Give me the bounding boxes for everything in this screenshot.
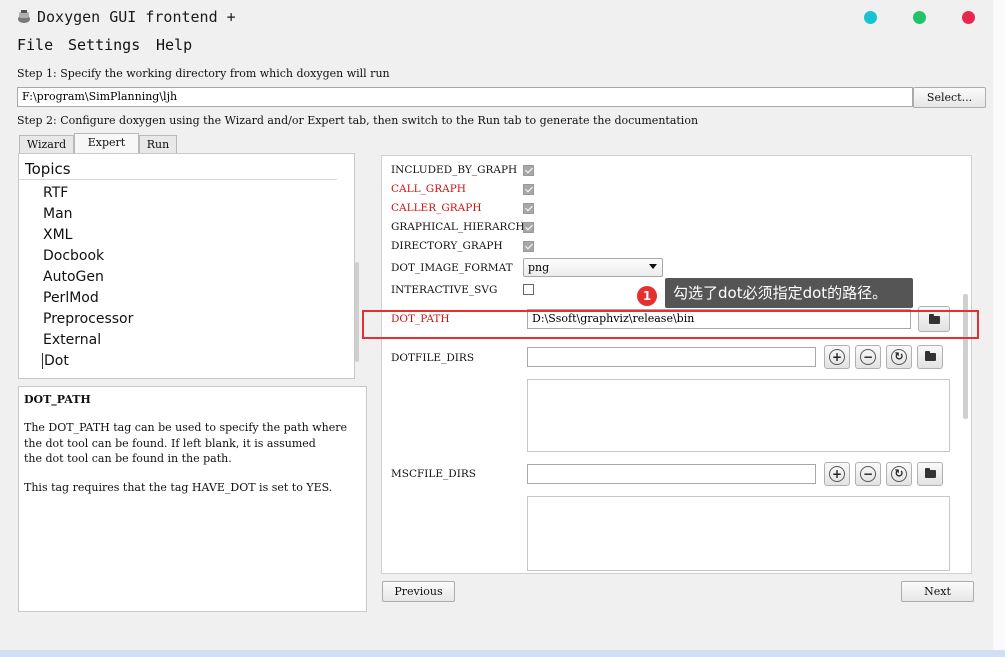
step2-label: Step 2: Configure doxygen using the Wiza… xyxy=(17,114,699,127)
annotation-highlight-box xyxy=(362,310,979,339)
included-by-graph-label: INCLUDED_BY_GRAPH xyxy=(391,164,518,176)
topic-perlmod[interactable]: PerlMod xyxy=(43,290,99,306)
mscfile-dirs-refresh-button[interactable]: ↻ xyxy=(886,462,912,486)
graphical-hierarchy-label: GRAPHICAL_HIERARCHY xyxy=(391,221,532,233)
green-dot-button[interactable] xyxy=(913,11,926,24)
desktop-edge xyxy=(0,650,1005,657)
caller-graph-label: CALLER_GRAPH xyxy=(391,202,482,214)
topic-external[interactable]: External xyxy=(43,332,101,348)
annotation-badge: 1 xyxy=(637,286,657,306)
folder-icon xyxy=(925,468,936,478)
annotation-tooltip: 勾选了dot必须指定dot的路径。 xyxy=(665,278,913,308)
mscfile-dirs-remove-button[interactable]: − xyxy=(855,462,881,486)
help-panel: DOT_PATH The DOT_PATH tag can be used to… xyxy=(18,386,367,612)
interactive-svg-label: INTERACTIVE_SVG xyxy=(391,284,498,296)
dotfile-dirs-remove-button[interactable]: − xyxy=(855,345,881,369)
menu-file[interactable]: File xyxy=(17,36,53,54)
help-line-4: This tag requires that the tag HAVE_DOT … xyxy=(24,481,333,494)
directory-graph-checkbox[interactable] xyxy=(523,241,534,252)
help-title: DOT_PATH xyxy=(24,393,91,406)
menu-help[interactable]: Help xyxy=(156,36,192,54)
topic-man[interactable]: Man xyxy=(43,206,73,222)
chevron-down-icon xyxy=(649,264,657,269)
dotfile-dirs-list[interactable] xyxy=(527,379,950,452)
topic-xml[interactable]: XML xyxy=(43,227,72,243)
plus-icon: + xyxy=(829,466,845,482)
minus-icon: − xyxy=(860,349,876,365)
dot-image-format-select[interactable]: png xyxy=(523,258,663,277)
topics-header: Topics xyxy=(19,154,337,180)
help-line-3: the dot tool can be found in the path. xyxy=(24,452,232,465)
topic-autogen[interactable]: AutoGen xyxy=(43,269,104,285)
next-button[interactable]: Next xyxy=(901,581,974,602)
dotfile-dirs-refresh-button[interactable]: ↻ xyxy=(886,345,912,369)
mscfile-dirs-list[interactable] xyxy=(527,496,950,571)
settings-panel: INCLUDED_BY_GRAPH CALL_GRAPH CALLER_GRAP… xyxy=(381,155,972,574)
call-graph-label: CALL_GRAPH xyxy=(391,183,466,195)
topic-docbook[interactable]: Docbook xyxy=(43,248,104,264)
help-line-2: the dot tool can be found. If left blank… xyxy=(24,437,316,450)
dotfile-dirs-input[interactable] xyxy=(527,347,816,367)
dot-image-format-label: DOT_IMAGE_FORMAT xyxy=(391,262,513,274)
cyan-dot-button[interactable] xyxy=(864,11,877,24)
tab-run[interactable]: Run xyxy=(139,135,177,153)
topic-dot[interactable]: Dot xyxy=(42,353,69,369)
select-button[interactable]: Select... xyxy=(913,87,986,108)
step1-label: Step 1: Specify the working directory fr… xyxy=(17,67,390,80)
minus-icon: − xyxy=(860,466,876,482)
dotfile-dirs-label: DOTFILE_DIRS xyxy=(391,352,475,364)
plus-icon: + xyxy=(829,349,845,365)
call-graph-checkbox[interactable] xyxy=(523,184,534,195)
title-bar: Doxygen GUI frontend + xyxy=(7,0,993,34)
background-window-edge xyxy=(993,0,1005,657)
mscfile-dirs-browse-button[interactable] xyxy=(917,462,943,486)
interactive-svg-checkbox[interactable] xyxy=(523,284,534,295)
menu-settings[interactable]: Settings xyxy=(68,36,140,54)
directory-graph-label: DIRECTORY_GRAPH xyxy=(391,240,503,252)
dotfile-dirs-add-button[interactable]: + xyxy=(824,345,850,369)
included-by-graph-checkbox[interactable] xyxy=(523,165,534,176)
folder-icon xyxy=(925,351,936,361)
graphical-hierarchy-checkbox[interactable] xyxy=(523,222,534,233)
refresh-icon: ↻ xyxy=(891,466,907,482)
help-line-1: The DOT_PATH tag can be used to specify … xyxy=(24,421,347,434)
dot-image-format-value: png xyxy=(528,261,550,274)
previous-button[interactable]: Previous xyxy=(382,581,455,602)
topic-preprocessor[interactable]: Preprocessor xyxy=(43,311,133,327)
working-directory-input[interactable]: F:\program\SimPlanning\ljh xyxy=(17,87,913,107)
topics-scrollbar[interactable] xyxy=(355,262,359,362)
topic-rtf[interactable]: RTF xyxy=(43,185,68,201)
mscfile-dirs-label: MSCFILE_DIRS xyxy=(391,468,476,480)
mscfile-dirs-add-button[interactable]: + xyxy=(824,462,850,486)
tab-expert[interactable]: Expert xyxy=(74,133,139,154)
refresh-icon: ↻ xyxy=(891,349,907,365)
doxygen-app-icon xyxy=(18,10,30,23)
topics-tree: Topics RTF Man XML Docbook AutoGen PerlM… xyxy=(18,153,359,379)
tab-wizard[interactable]: Wizard xyxy=(19,135,74,153)
dotfile-dirs-browse-button[interactable] xyxy=(917,345,943,369)
caller-graph-checkbox[interactable] xyxy=(523,203,534,214)
red-dot-button[interactable] xyxy=(962,11,975,24)
mscfile-dirs-input[interactable] xyxy=(527,464,816,484)
window-title: Doxygen GUI frontend + xyxy=(37,8,236,26)
